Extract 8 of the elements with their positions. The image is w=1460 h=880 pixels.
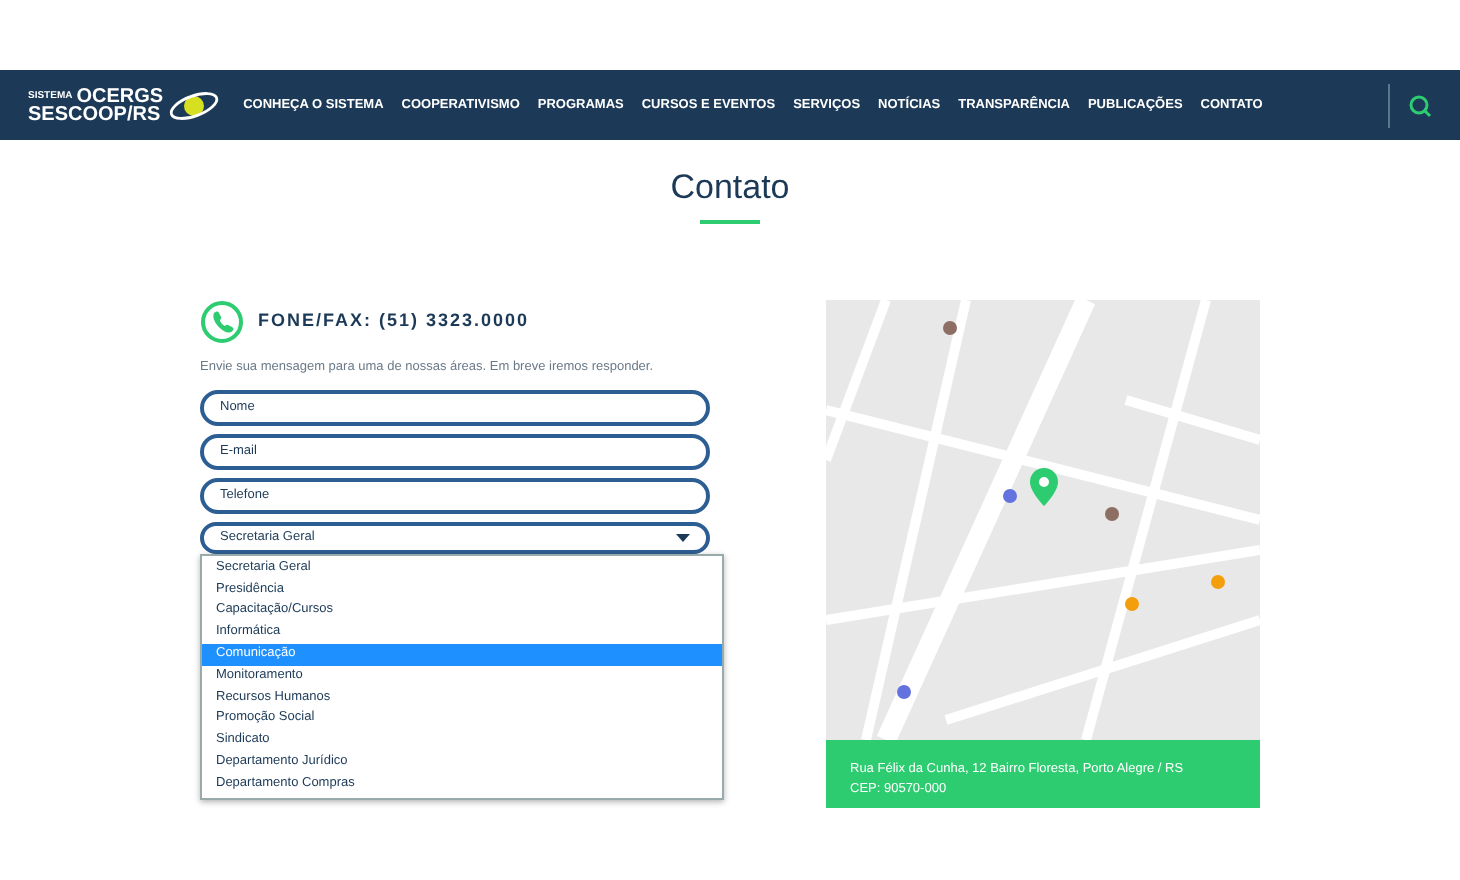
- phone-number: FONE/FAX: (51) 3323.0000: [258, 308, 530, 335]
- search-icon[interactable]: [1408, 93, 1432, 117]
- logo-bottom-text: SESCOOP/RS: [28, 105, 161, 123]
- logo-top-text: OCERGS: [76, 87, 164, 105]
- ring-logo-icon: [167, 89, 220, 121]
- caret-icon: [676, 533, 690, 542]
- phone-icon: [200, 300, 244, 344]
- page-title: Contato: [670, 166, 790, 210]
